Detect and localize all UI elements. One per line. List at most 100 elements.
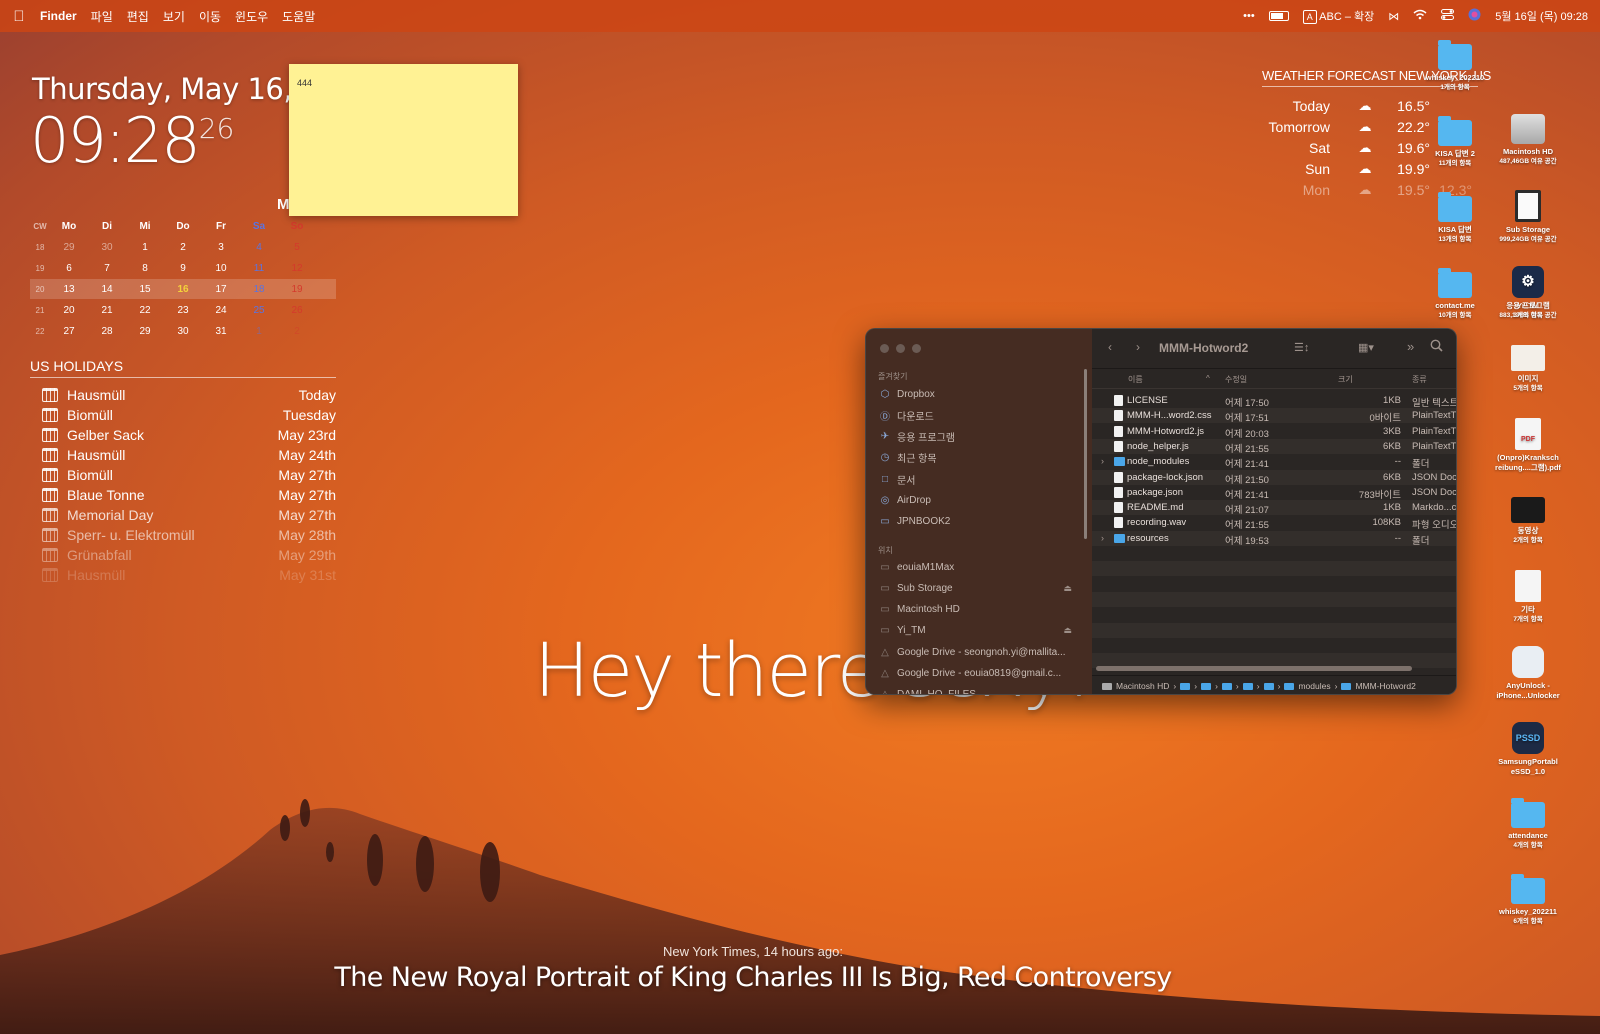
- file-row[interactable]: package.json 어제 21:41 783바이트 JSON Doc: [1092, 485, 1456, 501]
- folder-icon[interactable]: [1221, 682, 1232, 690]
- sidebar-item[interactable]: Ⓓ 다운로드: [878, 406, 1078, 424]
- menu-help[interactable]: 도움말: [282, 8, 315, 25]
- window-zoom-button[interactable]: [912, 344, 921, 353]
- file-row[interactable]: README.md 어제 21:07 1KB Markdo...c: [1092, 500, 1456, 516]
- desktop-icon-card[interactable]: Sub Storage 999,24GB 여유 공간: [1492, 190, 1564, 244]
- calendar-day[interactable]: 27: [50, 326, 88, 337]
- sidebar-item[interactable]: △ Google Drive - eouia0819@gmail.c...: [878, 665, 1078, 683]
- calendar-day[interactable]: 2: [164, 242, 202, 253]
- calendar-day[interactable]: 12: [278, 263, 316, 274]
- calendar-day[interactable]: 23: [164, 305, 202, 316]
- calendar-day[interactable]: 19: [278, 284, 316, 295]
- path-root[interactable]: Macintosh HD: [1116, 681, 1169, 691]
- calendar-day[interactable]: 26: [278, 305, 316, 316]
- calendar-day[interactable]: 18: [240, 284, 278, 295]
- window-minimize-button[interactable]: [896, 344, 905, 353]
- calendar-day[interactable]: 9: [164, 263, 202, 274]
- siri-icon[interactable]: [1468, 8, 1481, 24]
- wifi-icon[interactable]: [1413, 9, 1427, 23]
- window-close-button[interactable]: [880, 344, 889, 353]
- calendar-day[interactable]: 7: [88, 263, 126, 274]
- file-row[interactable]: › resources 어제 19:53 -- 폴더: [1092, 530, 1456, 547]
- sidebar-item[interactable]: ▭ JPNBOOK2: [878, 513, 1078, 531]
- forward-icon[interactable]: ›: [1136, 340, 1140, 354]
- calendar-day[interactable]: 14: [88, 284, 126, 295]
- file-row[interactable]: LICENSE 어제 17:50 1KB 일반 텍스트: [1092, 393, 1456, 409]
- calendar-day[interactable]: 16: [164, 284, 202, 295]
- calendar-day[interactable]: 11: [240, 263, 278, 274]
- calendar-day[interactable]: 2: [278, 326, 316, 337]
- sidebar-item[interactable]: ◷ 최근 항목: [878, 449, 1078, 467]
- desktop-icon-steam[interactable]: ⚙ 응용 프로그램 3개의 항목: [1492, 266, 1564, 320]
- eject-icon[interactable]: ⏏: [1063, 583, 1072, 594]
- menu-app-finder[interactable]: Finder: [40, 9, 77, 23]
- desktop-icon-folder[interactable]: contact.me 10개의 항목: [1419, 268, 1491, 320]
- desktop-icon-folder[interactable]: attendance 4개의 항목: [1492, 798, 1564, 850]
- sidebar-item[interactable]: ▭ eouiaM1Max: [878, 558, 1078, 576]
- file-row[interactable]: MMM-H...word2.css 어제 17:51 0바이트 PlainTextT: [1092, 408, 1456, 424]
- bluetooth-icon[interactable]: ⋈: [1388, 10, 1399, 23]
- sidebar-scrollbar[interactable]: [1084, 369, 1087, 539]
- calendar-day[interactable]: 4: [240, 242, 278, 253]
- menu-edit[interactable]: 편집: [127, 8, 149, 25]
- calendar-day[interactable]: 22: [126, 305, 164, 316]
- calendar-day[interactable]: 31: [202, 326, 240, 337]
- sidebar-item[interactable]: ⬡ Dropbox: [878, 385, 1078, 403]
- column-size-header[interactable]: 크기: [1338, 374, 1353, 385]
- calendar-day[interactable]: 28: [88, 326, 126, 337]
- calendar-day[interactable]: 30: [88, 242, 126, 253]
- apple-menu-icon[interactable]: : [10, 8, 28, 25]
- group-by-icon[interactable]: ▦▾: [1358, 341, 1374, 354]
- path-leaf[interactable]: MMM-Hotword2: [1355, 681, 1415, 691]
- calendar-day[interactable]: 20: [50, 305, 88, 316]
- desktop-icon-pdf[interactable]: PDF (Onpro)Kranksch reibung....그램).pdf: [1492, 418, 1564, 473]
- calendar-day[interactable]: 13: [50, 284, 88, 295]
- desktop-icon-video[interactable]: 동영상 2개의 항목: [1492, 494, 1564, 545]
- horizontal-scrollbar[interactable]: [1096, 666, 1412, 671]
- path-modules[interactable]: modules: [1298, 681, 1330, 691]
- file-row[interactable]: recording.wav 어제 21:55 108KB 파형 오디오: [1092, 515, 1456, 531]
- calendar-day[interactable]: 21: [88, 305, 126, 316]
- search-icon[interactable]: [1430, 339, 1443, 355]
- calendar-day[interactable]: 30: [164, 326, 202, 337]
- more-toolbar-icon[interactable]: »: [1407, 339, 1414, 354]
- menu-window[interactable]: 윈도우: [235, 8, 268, 25]
- control-center-icon[interactable]: [1441, 9, 1455, 23]
- calendar-day[interactable]: 17: [202, 284, 240, 295]
- battery-icon[interactable]: [1268, 11, 1289, 21]
- sidebar-item[interactable]: △ Google Drive - seongnoh.yi@mallita...: [878, 643, 1078, 661]
- column-name-header[interactable]: 이름: [1128, 374, 1143, 385]
- desktop-icon-folder[interactable]: KISA 답변 2 11개의 항목: [1419, 116, 1491, 168]
- file-row[interactable]: › node_modules 어제 21:41 -- 폴더: [1092, 454, 1456, 470]
- sidebar-item[interactable]: ▭ Macintosh HD: [878, 601, 1078, 619]
- sidebar-item[interactable]: ✈ 응용 프로그램: [878, 428, 1078, 446]
- sidebar-item[interactable]: ▭ Sub Storage ⏏: [878, 579, 1078, 597]
- calendar-day[interactable]: 10: [202, 263, 240, 274]
- file-row[interactable]: package-lock.json 어제 21:50 6KB JSON Doc: [1092, 469, 1456, 486]
- finder-window[interactable]: 즐겨찾기 ⬡ Dropbox Ⓓ 다운로드 ✈ 응용 프로그램 ◷ 최근 항목 □ 문서 ◎ AirD…: [865, 328, 1457, 695]
- desktop-icon-image[interactable]: 이미지 5개의 항목: [1492, 342, 1564, 393]
- desktop-icon-folder[interactable]: whiskey_202211 6개의 항목: [1492, 874, 1564, 926]
- desktop-icon-ssd[interactable]: PSSD SamsungPortabl eSSD_1.0: [1492, 722, 1564, 777]
- eject-icon[interactable]: ⏏: [1063, 625, 1072, 636]
- disclosure-triangle-icon[interactable]: ›: [1101, 456, 1104, 466]
- menu-go[interactable]: 이동: [199, 8, 221, 25]
- calendar-day[interactable]: 8: [126, 263, 164, 274]
- desktop-icon-folder[interactable]: KISA 답변 13개의 항목: [1419, 192, 1491, 244]
- input-source-menu[interactable]: A ABC – 확장: [1302, 8, 1374, 24]
- sidebar-item[interactable]: ◎ AirDrop: [878, 492, 1078, 510]
- file-row[interactable]: MMM-Hotword2.js 어제 20:03 3KB PlainTextT: [1092, 424, 1456, 440]
- menu-clock[interactable]: 5월 16일 (목) 09:28: [1495, 8, 1588, 24]
- calendar-day[interactable]: 6: [50, 263, 88, 274]
- folder-icon[interactable]: [1263, 682, 1274, 690]
- calendar-day[interactable]: 29: [50, 242, 88, 253]
- menu-view[interactable]: 보기: [163, 8, 185, 25]
- desktop-icon-folder[interactable]: whiskey_202210 1개의 항목: [1419, 40, 1491, 92]
- column-modified-header[interactable]: 수정일: [1225, 374, 1247, 385]
- more-status-icon[interactable]: •••: [1243, 10, 1255, 22]
- column-kind-header[interactable]: 종류: [1412, 374, 1427, 385]
- file-row[interactable]: node_helper.js 어제 21:55 6KB PlainTextT: [1092, 438, 1456, 455]
- folder-icon[interactable]: [1180, 682, 1191, 690]
- list-view-icon[interactable]: ☰↕: [1294, 341, 1309, 354]
- folder-icon[interactable]: [1201, 682, 1212, 690]
